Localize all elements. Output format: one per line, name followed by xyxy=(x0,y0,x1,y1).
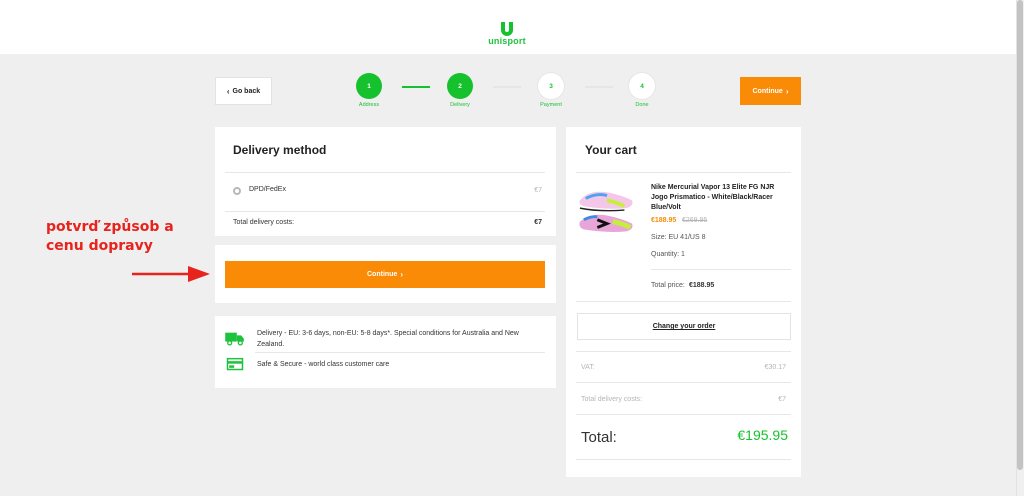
divider xyxy=(576,351,791,352)
step-number: 4 xyxy=(640,82,644,90)
continue-button-top[interactable]: Continue › xyxy=(740,77,801,105)
divider xyxy=(225,172,545,173)
go-back-button[interactable]: ‹ Go back xyxy=(215,77,272,105)
step-connector-2 xyxy=(493,86,521,88)
divider xyxy=(576,459,791,460)
annotation-line-1: potvrď způsob a xyxy=(46,219,174,235)
step-address-circle[interactable]: 1 xyxy=(356,73,382,99)
chevron-right-icon: › xyxy=(785,86,789,96)
divider xyxy=(225,211,545,212)
delivery-method-title: Delivery method xyxy=(233,143,327,157)
total-price-label: Total price: xyxy=(651,282,685,289)
continue-label: Continue xyxy=(367,271,398,278)
secure-payment-icon xyxy=(226,357,244,371)
annotation-arrow-icon xyxy=(132,266,210,282)
total-price-value: €188.95 xyxy=(689,282,715,289)
chevron-right-icon: › xyxy=(400,270,403,279)
product-old-price: €269.95 xyxy=(682,217,708,224)
step-payment-label: Payment xyxy=(540,102,562,108)
vat-label: VAT: xyxy=(581,364,595,371)
divider xyxy=(651,269,791,270)
delivery-option-label[interactable]: DPD/FedEx xyxy=(249,186,286,193)
continue-button-main[interactable]: Continue › xyxy=(225,261,545,288)
truck-icon xyxy=(225,332,244,346)
divider xyxy=(576,172,791,173)
step-connector-3 xyxy=(585,86,613,88)
step-delivery-label: Delivery xyxy=(450,102,470,108)
grand-total-label: Total: xyxy=(581,429,617,446)
delivery-option-price: €7 xyxy=(534,187,542,194)
continue-label: Continue xyxy=(752,87,783,95)
chevron-left-icon: ‹ xyxy=(226,86,230,96)
cart-delivery-label: Total delivery costs: xyxy=(581,396,643,403)
info-secure-text: Safe & Secure - world class customer car… xyxy=(257,361,390,368)
change-order-button[interactable]: Change your order xyxy=(577,313,791,340)
product-name[interactable]: Nike Mercurial Vapor 13 Elite FG NJR Jog… xyxy=(651,183,786,213)
step-number: 1 xyxy=(367,82,371,90)
divider xyxy=(255,352,545,353)
delivery-option-radio[interactable] xyxy=(233,187,241,195)
step-payment-circle: 3 xyxy=(538,73,564,99)
annotation-line-2: cenu dopravy xyxy=(46,238,153,254)
change-order-label: Change your order xyxy=(652,323,716,330)
scrollbar-thumb[interactable] xyxy=(1017,0,1023,470)
divider xyxy=(576,301,791,302)
product-image[interactable] xyxy=(578,186,636,238)
step-number: 2 xyxy=(458,82,462,90)
divider xyxy=(576,414,791,415)
brand-name[interactable]: unisport xyxy=(487,36,527,46)
step-number: 3 xyxy=(549,82,553,90)
cart-title: Your cart xyxy=(585,143,637,157)
total-delivery-label: Total delivery costs: xyxy=(233,219,295,226)
info-delivery-text: Delivery - EU: 3-6 days, non-EU: 5-8 day… xyxy=(257,330,519,348)
step-done-label: Done xyxy=(635,102,649,108)
step-connector-1 xyxy=(402,86,430,88)
divider xyxy=(576,382,791,383)
step-address-label: Address xyxy=(358,102,380,108)
total-delivery-value: €7 xyxy=(534,219,542,226)
step-done-circle: 4 xyxy=(629,73,655,99)
grand-total-value: €195.95 xyxy=(737,427,788,443)
unisport-logo-icon[interactable] xyxy=(499,21,515,37)
product-price: €188.95 xyxy=(651,217,677,224)
cart-panel xyxy=(566,127,801,477)
go-back-label: Go back xyxy=(232,87,261,95)
vat-value: €30.17 xyxy=(764,364,786,371)
step-delivery-circle[interactable]: 2 xyxy=(447,73,473,99)
product-size: Size: EU 41/US 8 xyxy=(651,234,706,241)
cart-delivery-value: €7 xyxy=(778,396,786,403)
product-quantity: Quantity: 1 xyxy=(651,251,685,258)
